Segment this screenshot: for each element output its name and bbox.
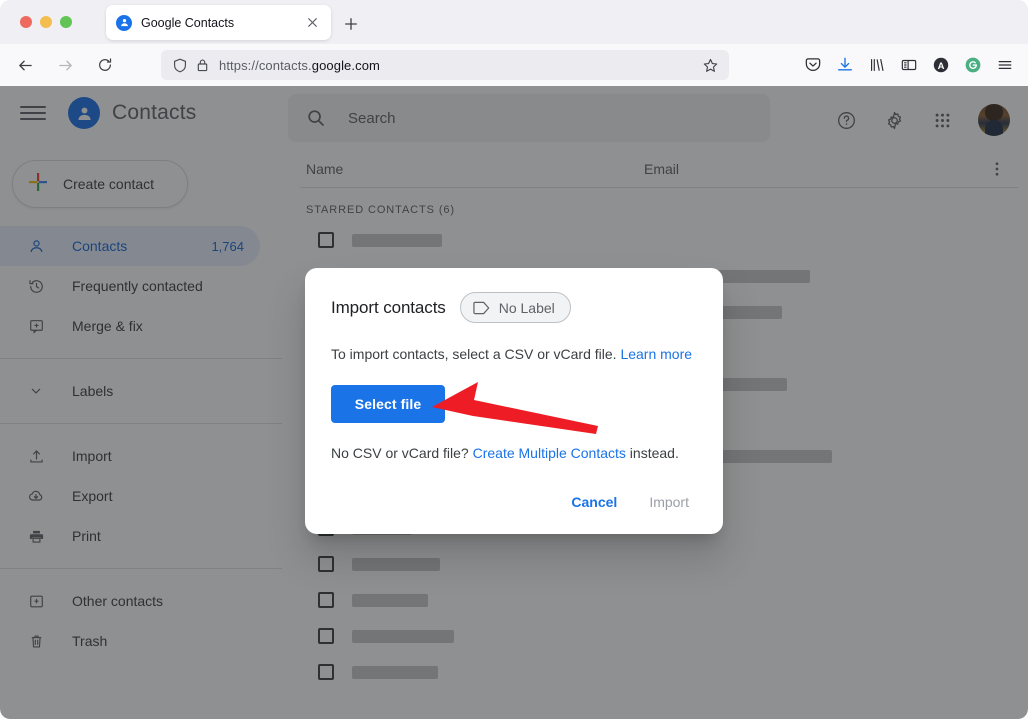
import-contacts-dialog: Import contacts No Label To import conta… <box>305 268 723 534</box>
lock-icon[interactable] <box>191 58 213 72</box>
browser-window: Google Contacts https://contacts.google.… <box>0 0 1028 719</box>
screenshot-root: Google Contacts https://contacts.google.… <box>0 0 1028 719</box>
label-tag-icon <box>473 301 490 315</box>
dialog-actions: Cancel Import <box>561 486 699 518</box>
dialog-title: Import contacts <box>331 297 446 317</box>
cancel-button[interactable]: Cancel <box>561 486 627 518</box>
browser-toolbar-icons: A <box>798 50 1020 80</box>
no-label-chip[interactable]: No Label <box>459 292 571 323</box>
tab-title: Google Contacts <box>141 15 235 30</box>
library-icon[interactable] <box>862 50 892 80</box>
address-bar[interactable]: https://contacts.google.com <box>161 50 729 80</box>
pocket-icon[interactable] <box>798 50 828 80</box>
window-traffic-lights <box>20 16 72 28</box>
close-window-button[interactable] <box>20 16 32 28</box>
sidebar-icon[interactable] <box>894 50 924 80</box>
chip-label: No Label <box>498 299 555 316</box>
dialog-title-row: Import contacts No Label <box>331 292 697 323</box>
alt-prefix-text: No CSV or vCard file? <box>331 445 473 461</box>
person-icon <box>116 14 132 31</box>
back-arrow-icon[interactable] <box>10 50 40 80</box>
grammarly-icon[interactable] <box>958 50 988 80</box>
create-multiple-contacts-link[interactable]: Create Multiple Contacts <box>473 445 626 461</box>
new-tab-button[interactable] <box>338 11 364 37</box>
menu-icon[interactable] <box>990 50 1020 80</box>
url-text: https://contacts.google.com <box>219 57 380 73</box>
select-file-button[interactable]: Select file <box>331 385 445 423</box>
browser-tab[interactable]: Google Contacts <box>106 5 331 40</box>
reload-icon[interactable] <box>90 50 120 80</box>
close-icon[interactable] <box>303 14 321 32</box>
dialog-description-text: To import contacts, select a CSV or vCar… <box>331 346 621 362</box>
minimize-window-button[interactable] <box>40 16 52 28</box>
learn-more-link[interactable]: Learn more <box>620 346 692 362</box>
dialog-alternative: No CSV or vCard file? Create Multiple Co… <box>331 445 697 461</box>
svg-text:A: A <box>938 61 945 72</box>
account-icon[interactable]: A <box>926 50 956 80</box>
maximize-window-button[interactable] <box>60 16 72 28</box>
download-icon[interactable] <box>830 50 860 80</box>
dialog-description: To import contacts, select a CSV or vCar… <box>331 344 697 364</box>
forward-arrow-icon[interactable] <box>50 50 80 80</box>
star-icon[interactable] <box>697 52 723 78</box>
alt-suffix-text: instead. <box>625 445 679 461</box>
shield-icon[interactable] <box>169 58 191 73</box>
import-button: Import <box>639 486 699 518</box>
